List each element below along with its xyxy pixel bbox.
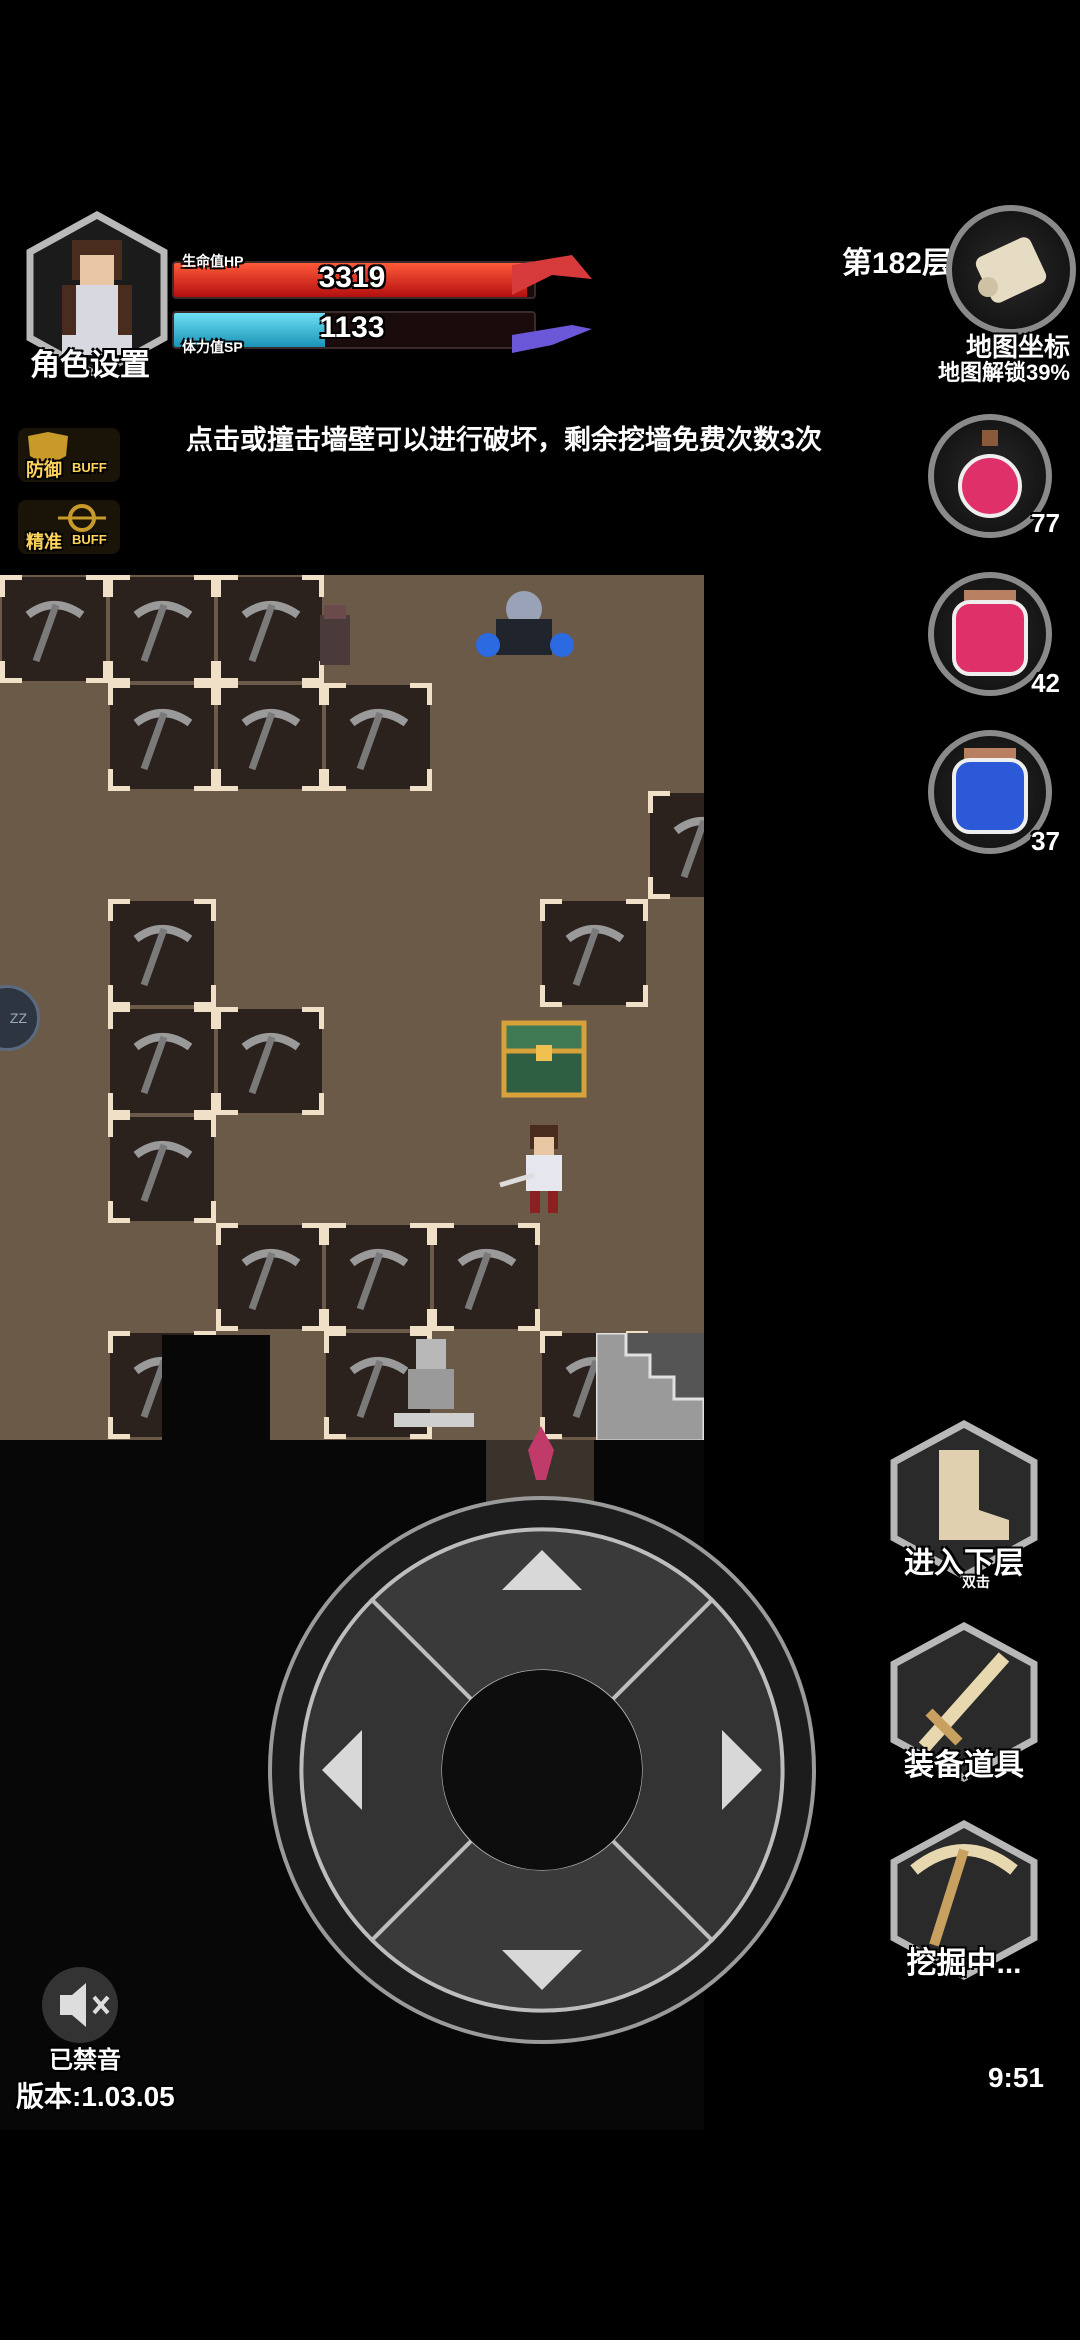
precision-buff-badge[interactable]: 精准 BUFF [18,500,120,554]
enemy-spirit-icon [528,1426,554,1480]
hint-text: 点击或撞击墙壁可以进行破坏，剩余挖墙免费次数3次 [186,425,823,455]
breakable-wall-tile[interactable] [216,1007,324,1115]
breakable-wall-tile[interactable] [324,1223,432,1331]
hp-wing-icon [512,255,592,295]
sp-bar: 1133 体力值SP [172,305,592,355]
dpad-center [442,1670,642,1870]
knight-statue-icon [394,1339,474,1427]
stairs-down-icon[interactable] [596,1333,704,1441]
version-text: 版本:1.03.05 [16,2081,175,2112]
next-floor-sub: 双击 [962,1574,990,1590]
digging-label: 挖掘中... [906,1947,1022,1980]
breakable-wall-tile[interactable] [108,575,216,683]
equipment-label: 装备道具 [904,1749,1024,1782]
breakable-wall-tile[interactable] [432,1223,540,1331]
player-character-icon [499,1125,562,1213]
potion-count: 37 [1031,826,1060,856]
speaker-muted-icon [42,1967,118,2043]
scroll-map-icon [975,237,1047,303]
potion-count: 77 [1031,508,1060,538]
treasure-chest-icon[interactable] [490,1005,598,1113]
breakable-wall-tile[interactable] [108,1007,216,1115]
breakable-wall-tile[interactable] [108,683,216,791]
mute-toggle[interactable] [30,1965,130,2045]
enemy-imp-icon [320,605,350,665]
buff-tag: BUFF [72,532,107,547]
dungeon-map[interactable] [0,575,704,1441]
monster-golem-icon [476,591,574,657]
buff-label: 精准 [26,532,62,552]
sp-label: 体力值SP [182,339,243,355]
breakable-wall-tile[interactable] [0,575,108,683]
blue-potion-jar-icon [952,748,1028,834]
character-settings-label: 角色设置 [30,349,150,382]
breakable-wall-tile[interactable] [216,1223,324,1331]
breakable-wall-tile[interactable] [648,791,704,899]
hp-label: 生命值HP [182,253,244,269]
side-drawer-label: ZZ [9,1010,27,1026]
mute-label: 已禁音 [49,2047,121,2074]
buff-tag: BUFF [72,460,107,475]
red-potion-jar-icon [952,590,1028,676]
map-unlock-progress: 地图解锁39% [937,360,1070,385]
potion-count: 42 [1031,668,1060,698]
breakable-wall-tile[interactable] [540,899,648,1007]
breakable-wall-tile[interactable] [108,899,216,1007]
defense-buff-badge[interactable]: 防御 BUFF [18,428,120,482]
map-coordinates-button[interactable]: 地图坐标 地图解锁39% [920,205,1080,385]
directional-pad[interactable] [262,1490,822,2050]
breakable-wall-tile[interactable] [108,1115,216,1223]
unexplored-tile [162,1335,270,1443]
breakable-wall-tile[interactable] [324,683,432,791]
buff-label: 防御 [26,460,62,480]
hp-bar: 3319 生命值HP [172,253,592,303]
red-potion-flask-icon [958,430,1022,518]
sp-wing-icon [512,325,592,353]
breakable-wall-tile[interactable] [216,683,324,791]
clock: 9:51 [987,2062,1044,2093]
